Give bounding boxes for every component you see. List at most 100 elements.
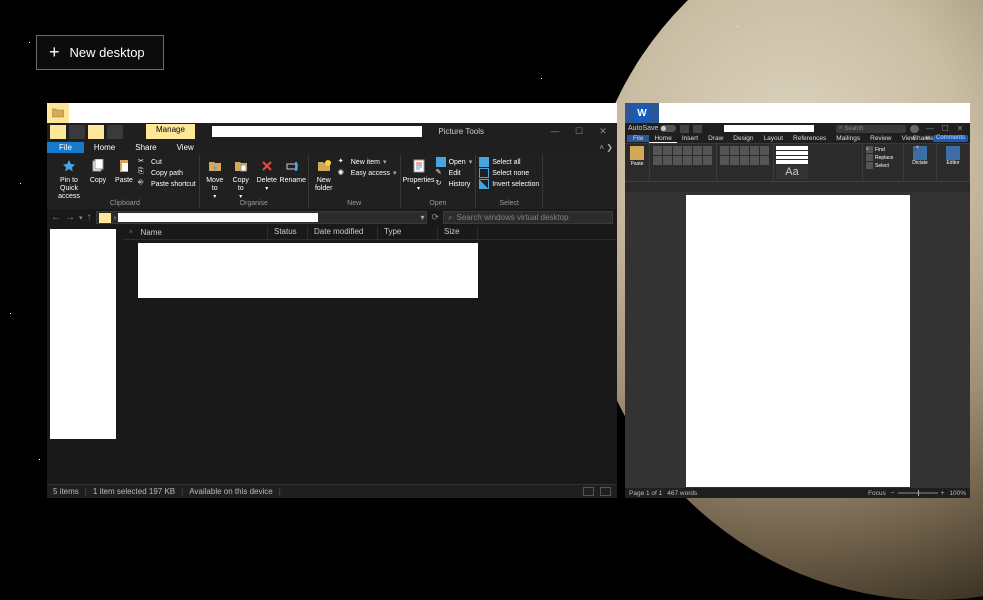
status-zoom[interactable]: 100%	[949, 490, 966, 497]
ribbon-context-tab[interactable]: Manage	[146, 124, 195, 139]
thumbnail-title-redacted	[69, 103, 617, 123]
address-bar-row: ← → ▾ ↑ › ▾ ⟳ ⌕ Search windows virtual d…	[47, 209, 617, 226]
file-list[interactable]: ˄Name Status Date modified Type Size	[123, 226, 617, 486]
paragraph-group[interactable]	[720, 146, 770, 165]
tell-me-search[interactable]: ⌕Search	[836, 125, 906, 133]
new-item-button[interactable]: ✦New item▾	[338, 157, 397, 167]
column-status[interactable]: Status	[268, 226, 308, 239]
taskview-thumbnail-explorer[interactable]: Manage Picture Tools — ☐ ✕ File Home Sha…	[47, 103, 617, 498]
status-page[interactable]: Page 1 of 1	[629, 490, 662, 497]
column-name[interactable]: ˄Name	[123, 226, 268, 239]
autosave-toggle[interactable]: AutoSave	[628, 125, 676, 132]
replace-button[interactable]: Replace	[866, 154, 900, 161]
up-button[interactable]: ↑	[87, 212, 92, 223]
invert-selection-button[interactable]: Invert selection	[479, 179, 539, 189]
menu-home[interactable]: Home	[84, 142, 125, 153]
menu-share[interactable]: Share	[125, 142, 166, 153]
tab-insert[interactable]: Insert	[677, 135, 703, 142]
tab-review[interactable]: Review	[865, 135, 896, 142]
paste-shortcut-button[interactable]: ⎆Paste shortcut	[138, 179, 196, 189]
tab-layout[interactable]: Layout	[759, 135, 789, 142]
tab-mailings[interactable]: Mailings	[831, 135, 865, 142]
close-button[interactable]: ✕	[953, 124, 967, 133]
tab-file[interactable]: File	[627, 135, 649, 142]
status-words[interactable]: 467 words	[667, 490, 697, 497]
tab-references[interactable]: References	[788, 135, 831, 142]
cut-button[interactable]: ✂Cut	[138, 157, 196, 167]
new-folder-button[interactable]: New folder	[312, 157, 336, 193]
dictate-button[interactable]: 🎤Dictate	[907, 146, 933, 166]
style-heading2[interactable]	[776, 156, 808, 160]
status-focus[interactable]: Focus	[868, 490, 886, 497]
style-more[interactable]: Aa	[776, 165, 808, 179]
qat-icon[interactable]	[88, 125, 104, 139]
delete-button[interactable]: Delete▾	[255, 157, 279, 193]
styles-gallery[interactable]: Aa	[774, 144, 863, 181]
maximize-button[interactable]: ☐	[568, 126, 590, 138]
paste-button[interactable]: Paste	[628, 146, 646, 167]
zoom-slider[interactable]: −+	[891, 490, 945, 497]
qat-icon[interactable]	[107, 125, 123, 139]
select-none-button[interactable]: Select none	[479, 168, 539, 178]
rename-button[interactable]: Rename	[281, 157, 305, 185]
search-box[interactable]: ⌕ Search windows virtual desktop	[443, 211, 613, 224]
copy-to-button[interactable]: Copy to▾	[229, 157, 253, 201]
properties-button[interactable]: Properties▾	[404, 157, 434, 193]
address-bar[interactable]: › ▾	[96, 211, 428, 224]
taskview-thumbnail-word[interactable]: W AutoSave ⌕Search — ☐ ✕ File Home Inser…	[625, 103, 970, 498]
open-button[interactable]: Open▾	[436, 157, 473, 167]
save-icon[interactable]	[680, 125, 689, 133]
forward-button[interactable]: →	[65, 212, 75, 223]
qat-icon[interactable]	[69, 125, 85, 139]
menu-file[interactable]: File	[47, 142, 84, 153]
history-button[interactable]: ↻History	[436, 179, 473, 189]
style-heading1[interactable]	[776, 151, 808, 155]
qat-icon[interactable]	[50, 125, 66, 139]
group-label-new: New	[312, 199, 397, 208]
rename-icon	[283, 157, 303, 175]
tab-home[interactable]: Home	[649, 135, 676, 143]
copy-path-button[interactable]: ⎘Copy path	[138, 168, 196, 178]
view-details-button[interactable]	[583, 487, 594, 496]
pin-quick-access-button[interactable]: Pin to Quick access	[54, 157, 84, 201]
minimize-button[interactable]: —	[544, 126, 566, 138]
editor-button[interactable]: Editor	[940, 146, 966, 166]
tab-draw[interactable]: Draw	[703, 135, 728, 142]
select-button[interactable]: Select	[866, 162, 900, 169]
refresh-button[interactable]: ⟳	[431, 212, 439, 223]
navigation-pane[interactable]	[47, 226, 123, 486]
ribbon-collapse-icon[interactable]: ˄ ❯	[599, 143, 613, 152]
search-icon: ⌕	[839, 125, 842, 132]
shortcut-icon: ⎆	[138, 179, 148, 189]
document-page[interactable]	[686, 195, 910, 487]
style-normal[interactable]	[776, 146, 808, 150]
edit-button[interactable]: ✎Edit	[436, 168, 473, 178]
style-title[interactable]	[776, 160, 808, 164]
view-large-button[interactable]	[600, 487, 611, 496]
minimize-button[interactable]: —	[923, 124, 937, 133]
back-button[interactable]: ←	[51, 212, 61, 223]
select-all-button[interactable]: Select all	[479, 157, 539, 167]
maximize-button[interactable]: ☐	[938, 124, 952, 133]
copy-button[interactable]: Copy	[86, 157, 110, 185]
new-desktop-button[interactable]: + New desktop	[36, 35, 164, 70]
easy-access-button[interactable]: ◉Easy access▾	[338, 168, 397, 178]
recent-button[interactable]: ▾	[79, 214, 83, 222]
comments-button[interactable]: Comments	[933, 135, 968, 142]
column-size[interactable]: Size	[438, 226, 478, 239]
menu-view[interactable]: View	[167, 142, 204, 153]
document-area[interactable]	[625, 192, 970, 487]
undo-icon[interactable]	[693, 125, 702, 133]
tab-design[interactable]: Design	[728, 135, 758, 142]
account-icon[interactable]	[910, 125, 919, 133]
share-button[interactable]: Share	[913, 135, 930, 142]
column-type[interactable]: Type	[378, 226, 438, 239]
column-date[interactable]: Date modified	[308, 226, 378, 239]
move-to-button[interactable]: Move to▾	[203, 157, 227, 201]
paste-button[interactable]: Paste	[112, 157, 136, 185]
close-button[interactable]: ✕	[592, 126, 614, 138]
find-button[interactable]: ⌕Find	[866, 146, 900, 153]
select-all-icon	[479, 157, 489, 167]
explorer-titlebar: Manage Picture Tools — ☐ ✕	[47, 123, 617, 140]
font-group[interactable]	[653, 146, 713, 165]
